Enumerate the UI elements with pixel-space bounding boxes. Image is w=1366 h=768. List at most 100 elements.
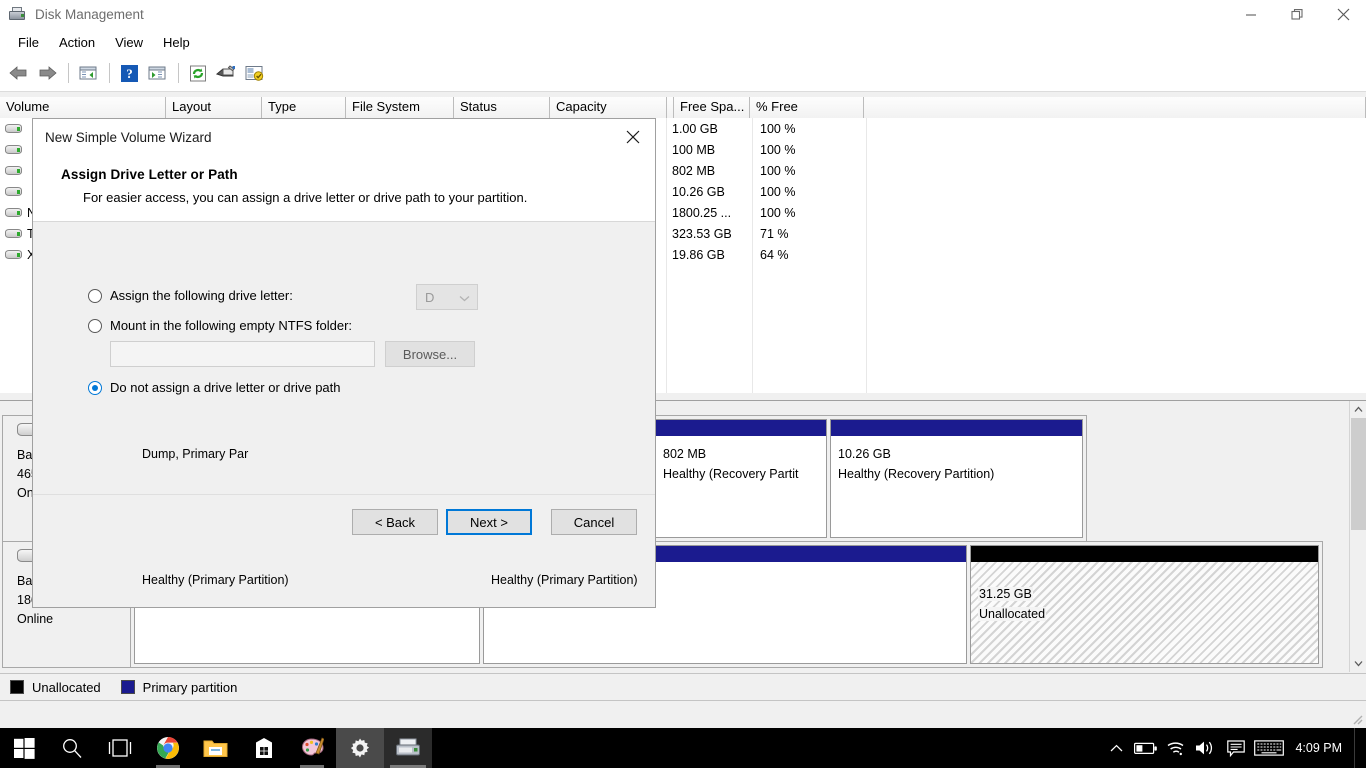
battery-icon[interactable]	[1131, 728, 1161, 768]
wifi-icon[interactable]	[1161, 728, 1191, 768]
column-header-status[interactable]: Status	[454, 97, 550, 118]
chrome-icon[interactable]	[144, 728, 192, 768]
column-header-layout[interactable]: Layout	[166, 97, 262, 118]
help-icon[interactable]: ?	[116, 60, 142, 86]
partition-block[interactable]: 10.26 GB Healthy (Recovery Partition)	[830, 419, 1083, 538]
touch-keyboard-icon[interactable]	[1251, 728, 1287, 768]
action-center-icon[interactable]	[1221, 728, 1251, 768]
dialog-subheading: For easier access, you can assign a driv…	[83, 190, 528, 205]
partition-status: Dump, Primary Par	[142, 447, 249, 461]
up-level-icon[interactable]	[75, 60, 101, 86]
disk-management-taskbar-icon[interactable]	[384, 728, 432, 768]
volume-percent-free: 100 %	[760, 205, 796, 220]
legend-label-unallocated: Unallocated	[32, 679, 101, 695]
taskbar: 4:09 PM	[0, 728, 1366, 768]
drive-letter-dropdown[interactable]: D	[416, 284, 478, 310]
volume-free-space: 100 MB	[672, 142, 716, 157]
volume-disk-icon	[5, 144, 23, 155]
legend-swatch-primary	[120, 680, 135, 694]
column-header-capacity[interactable]: Capacity	[550, 97, 667, 118]
volume-disk-icon	[5, 249, 23, 260]
radio-mount-ntfs-folder[interactable]	[88, 318, 102, 333]
cancel-button[interactable]: Cancel	[551, 509, 637, 535]
partition-block-unallocated[interactable]: 31.25 GB Unallocated	[970, 545, 1319, 664]
partition-status: Healthy (Primary Partition)	[142, 573, 289, 587]
dialog-footer: < Back Next > Cancel	[33, 494, 655, 557]
file-explorer-icon[interactable]	[192, 728, 240, 768]
back-button[interactable]: < Back	[352, 509, 438, 535]
volume-disk-icon	[5, 207, 23, 218]
column-header-percent-free[interactable]: % Free	[750, 97, 864, 118]
scroll-up-icon[interactable]	[1350, 401, 1366, 418]
column-header-volume[interactable]: Volume	[0, 97, 166, 118]
scrollbar-thumb[interactable]	[1351, 418, 1366, 530]
refresh-icon[interactable]	[185, 60, 211, 86]
settings-icon[interactable]	[336, 728, 384, 768]
volume-percent-free: 100 %	[760, 121, 796, 136]
option-do-not-assign[interactable]: Do not assign a drive letter or drive pa…	[88, 380, 341, 395]
volume-disk-icon	[5, 123, 23, 134]
taskbar-clock[interactable]: 4:09 PM	[1287, 728, 1354, 768]
task-view-icon[interactable]	[96, 728, 144, 768]
option-mount-ntfs-folder[interactable]: Mount in the following empty NTFS folder…	[88, 318, 352, 333]
menu-file[interactable]: File	[8, 32, 49, 53]
toolbar-separator-2	[109, 63, 110, 83]
back-arrow-icon[interactable]	[6, 60, 32, 86]
column-divider[interactable]	[667, 97, 674, 118]
scroll-down-icon[interactable]	[1350, 655, 1366, 672]
toolbar-separator-3	[178, 63, 179, 83]
column-separator	[666, 118, 667, 393]
forward-arrow-icon[interactable]	[34, 60, 60, 86]
graphical-view-scrollbar[interactable]	[1349, 401, 1366, 672]
next-button[interactable]: Next >	[446, 509, 532, 535]
properties-icon[interactable]	[213, 60, 239, 86]
volume-icon[interactable]	[1191, 728, 1221, 768]
show-hide-pane-icon[interactable]	[144, 60, 170, 86]
volume-disk-icon	[5, 186, 23, 197]
volume-percent-free: 71 %	[760, 226, 789, 241]
drive-letter-value: D	[425, 289, 435, 305]
rescan-disks-icon[interactable]	[241, 60, 267, 86]
option-assign-drive-letter[interactable]: Assign the following drive letter:	[88, 288, 293, 303]
dialog-close-button[interactable]	[610, 119, 655, 155]
show-hidden-icons-icon[interactable]	[1101, 728, 1131, 768]
microsoft-store-icon[interactable]	[240, 728, 288, 768]
option-label-assign-drive-letter: Assign the following drive letter:	[110, 288, 293, 303]
menu-bar: File Action View Help	[0, 29, 1366, 55]
close-button[interactable]	[1320, 0, 1366, 29]
chevron-down-icon	[459, 290, 470, 305]
column-header-filler	[864, 97, 1366, 118]
partition-status: Healthy (Primary Partition)	[491, 573, 638, 587]
volume-free-space: 323.53 GB	[672, 226, 732, 241]
partition-capacity-bar	[971, 546, 1318, 562]
menu-view[interactable]: View	[105, 32, 153, 53]
volume-free-space: 19.86 GB	[672, 247, 725, 262]
legend-swatch-unallocated	[10, 680, 24, 694]
maximize-button[interactable]	[1274, 0, 1320, 29]
column-separator	[752, 118, 753, 393]
partition-size: 10.26 GB	[838, 447, 891, 461]
column-header-free-space[interactable]: Free Spa...	[674, 97, 750, 118]
start-windows-icon[interactable]	[0, 728, 48, 768]
option-label-do-not-assign: Do not assign a drive letter or drive pa…	[110, 380, 341, 395]
browse-button[interactable]: Browse...	[385, 341, 475, 367]
menu-help[interactable]: Help	[153, 32, 200, 53]
resize-grip-icon[interactable]	[1350, 712, 1364, 726]
search-icon[interactable]	[48, 728, 96, 768]
column-header-type[interactable]: Type	[262, 97, 346, 118]
partition-status: Unallocated	[978, 607, 1047, 621]
window-titlebar: Disk Management	[0, 0, 1366, 29]
column-header-file-system[interactable]: File System	[346, 97, 454, 118]
mount-path-input[interactable]	[110, 341, 375, 367]
show-desktop-button[interactable]	[1354, 728, 1362, 768]
radio-assign-drive-letter[interactable]	[88, 288, 102, 303]
new-simple-volume-wizard-dialog: New Simple Volume Wizard Assign Drive Le…	[32, 118, 656, 608]
paint-icon[interactable]	[288, 728, 336, 768]
volume-percent-free: 64 %	[760, 247, 789, 262]
minimize-button[interactable]	[1228, 0, 1274, 29]
volume-percent-free: 100 %	[760, 163, 796, 178]
option-label-mount-ntfs-folder: Mount in the following empty NTFS folder…	[110, 318, 353, 333]
menu-action[interactable]: Action	[49, 32, 105, 53]
radio-do-not-assign[interactable]	[88, 380, 102, 395]
partition-block[interactable]: 802 MB Healthy (Recovery Partit	[655, 419, 827, 538]
